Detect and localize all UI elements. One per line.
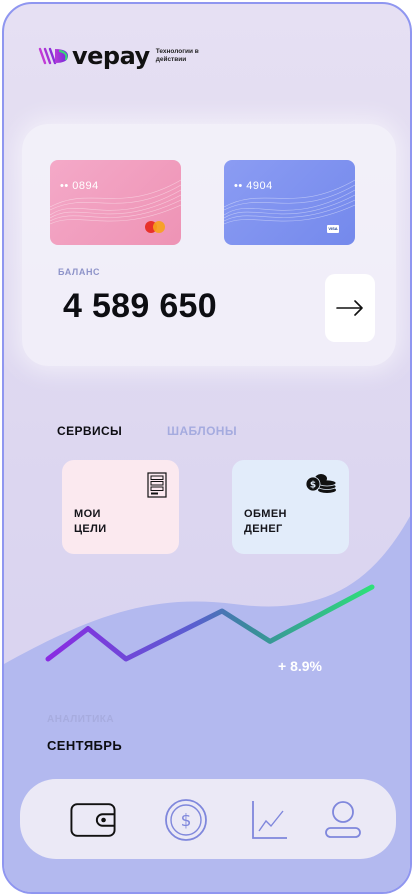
analytics-change: + 8.9% (278, 658, 322, 674)
analytics-trend-chart (45, 584, 375, 662)
balance-value: 4 589 650 (63, 287, 217, 325)
tab-services[interactable]: СЕРВИСЫ (57, 424, 122, 438)
brand-tagline: Технологии в действии (155, 48, 199, 63)
dollar-coin-icon: $ (165, 799, 207, 841)
bottom-navigation: $ (20, 779, 396, 859)
balance-label: БАЛАНС (58, 267, 101, 277)
nav-profile[interactable] (320, 797, 366, 843)
svg-text:$: $ (181, 811, 192, 831)
service-my-goals[interactable]: МОИ ЦЕЛИ (62, 460, 179, 554)
analytics-label: АНАЛИТИКА (47, 714, 115, 725)
profile-icon (325, 801, 361, 838)
service-money-exchange[interactable]: $ ОБМЕН ДЕНЕГ (232, 460, 349, 554)
brand-logo: vepay Технологии в действии (38, 44, 216, 68)
analytics-month[interactable]: СЕНТЯБРЬ (47, 738, 122, 753)
brand-mark-icon (38, 47, 68, 65)
balance-details-button[interactable] (325, 274, 375, 342)
visa-icon: VISA (327, 225, 339, 233)
app-screen: vepay Технологии в действии •• 0894 •• 4… (2, 2, 412, 894)
service-title-line2: ЦЕЛИ (74, 523, 107, 535)
service-title-line2: ДЕНЕГ (244, 523, 283, 535)
card-number: •• 0894 (60, 180, 99, 192)
chart-icon (252, 801, 287, 839)
service-title-line1: ОБМЕН (244, 508, 287, 520)
card-number: •• 4904 (234, 180, 273, 192)
svg-text:$: $ (310, 481, 316, 491)
service-title-line1: МОИ (74, 508, 101, 520)
mastercard-icon (145, 221, 165, 233)
nav-analytics[interactable] (246, 797, 292, 843)
bank-card-4904[interactable]: •• 4904 VISA (224, 160, 355, 245)
nav-wallet[interactable] (70, 797, 116, 843)
bank-card-0894[interactable]: •• 0894 (50, 160, 181, 245)
coins-icon: $ (305, 474, 337, 493)
nav-payments[interactable]: $ (163, 797, 209, 843)
goals-list-icon (147, 472, 167, 498)
tab-templates[interactable]: ШАБЛОНЫ (167, 424, 237, 438)
balance-panel: •• 0894 •• 4904 VISA БАЛАНС 4 589 650 (22, 124, 396, 366)
arrow-right-icon (336, 300, 363, 316)
trend-line (45, 584, 375, 662)
brand-name: vepay (72, 42, 150, 70)
wallet-icon (70, 803, 116, 837)
